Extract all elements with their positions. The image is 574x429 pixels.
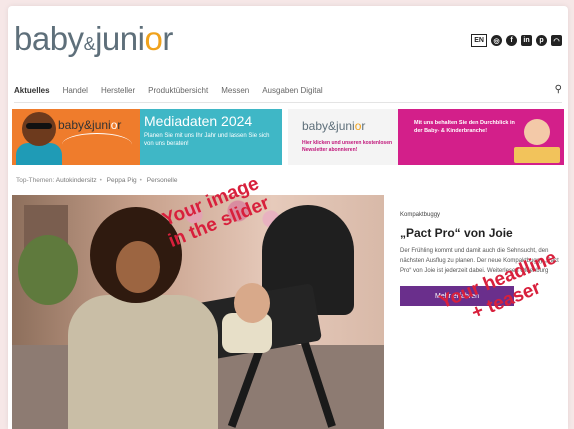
nav-item-ausgaben-digital[interactable]: Ausgaben Digital — [262, 86, 322, 95]
nav-item-produktuebersicht[interactable]: Produktübersicht — [148, 86, 208, 95]
main-nav: Aktuelles Handel Hersteller Produktübers… — [14, 79, 562, 101]
banner-subtitle: Planen Sie mit uns Ihr Jahr und lassen S… — [144, 133, 270, 147]
banner-logo: baby&junior — [58, 118, 122, 132]
nav-item-messen[interactable]: Messen — [221, 86, 249, 95]
nav-item-handel[interactable]: Handel — [63, 86, 88, 95]
nav-item-hersteller[interactable]: Hersteller — [101, 86, 135, 95]
language-switch[interactable]: EN — [471, 34, 487, 47]
site-logo[interactable]: baby&junior — [14, 20, 173, 58]
top-theme-link[interactable]: Personelle — [147, 177, 178, 184]
top-themes: Top-Themen: Autokindersitz • Peppa Pig • P… — [16, 177, 178, 184]
pinterest-icon[interactable]: p — [536, 35, 547, 46]
baby-photo — [524, 119, 550, 145]
rss-icon[interactable]: ◠ — [551, 35, 562, 46]
article-kicker: Kompaktbuggy — [400, 212, 441, 218]
article-headline[interactable]: „Pact Pro“ von Joie — [400, 226, 564, 240]
nav-item-aktuelles[interactable]: Aktuelles — [14, 86, 50, 95]
ad-banner-mediadaten[interactable]: baby&junior Mediadaten 2024 Planen Sie m… — [12, 109, 282, 165]
newsletter-cta: Hier klicken und unseren kostenlosen New… — [302, 140, 393, 153]
child-photo — [22, 112, 56, 146]
linkedin-icon[interactable]: in — [521, 35, 532, 46]
instagram-icon[interactable]: ◎ — [491, 35, 502, 46]
top-theme-link[interactable]: Autokindersitz — [56, 177, 97, 184]
banner-text: Mit uns behalten Sie den Durchblick in d… — [414, 120, 515, 134]
facebook-icon[interactable]: f — [506, 35, 517, 46]
banner-title: Mediadaten 2024 — [144, 113, 253, 129]
nav-divider — [14, 102, 562, 103]
social-links: EN ◎ f in p ◠ — [471, 34, 562, 47]
search-icon[interactable]: ⚲ — [555, 84, 562, 95]
website-page: baby&junior EN ◎ f in p ◠ Aktuelles Hand… — [8, 6, 568, 429]
banner-logo: baby&junior — [302, 119, 366, 133]
ad-banner-row: baby&junior Mediadaten 2024 Planen Sie m… — [12, 109, 564, 165]
ad-banner-newsletter[interactable]: baby&junior Hier klicken und unseren kos… — [288, 109, 564, 165]
top-theme-link[interactable]: Peppa Pig — [107, 177, 137, 184]
